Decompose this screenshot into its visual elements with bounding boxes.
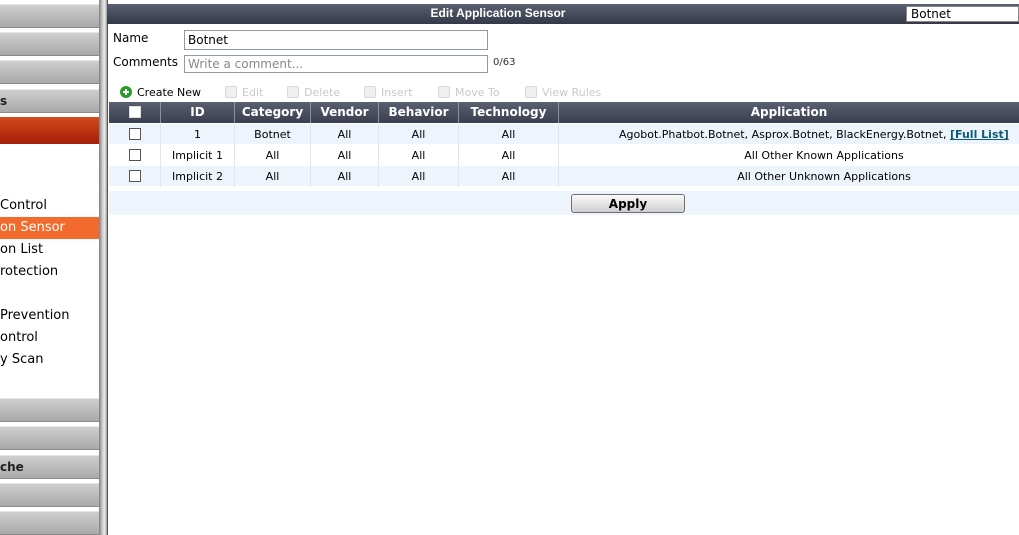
insert-icon [364, 86, 376, 98]
cell-application: All Other Known Applications [744, 149, 904, 162]
dialog-title-bar: Edit Application Sensor [107, 4, 1019, 24]
cell-vendor: All [311, 145, 379, 166]
view-rules-label: View Rules [542, 85, 602, 99]
sidebar-item-label: ontrol [0, 330, 38, 345]
edit-sensor-panel: Edit Application Sensor Name Comments 0/… [107, 0, 1019, 535]
app-window: s Control on Sensor on List rotection Pr… [0, 0, 1019, 535]
full-list-link[interactable]: [Full List] [950, 128, 1009, 141]
table-row[interactable]: 1 Botnet All All All Agobot.Phatbot.Botn… [109, 124, 1019, 145]
delete-label: Delete [304, 85, 341, 99]
cell-category: All [235, 166, 311, 187]
cell-vendor: All [311, 166, 379, 187]
title-name-field[interactable] [906, 6, 1019, 22]
select-all-cell [109, 102, 161, 123]
magnifier-icon [525, 86, 537, 98]
move-to-label: Move To [455, 85, 500, 99]
application-list-text: Agobot.Phatbot.Botnet, Asprox.Botnet, Bl… [619, 128, 950, 141]
cell-id: Implicit 1 [161, 145, 235, 166]
sidebar-section-bar[interactable] [0, 60, 99, 84]
sidebar-item-label: Prevention [0, 308, 70, 323]
sidebar-item-label: Control [0, 198, 47, 213]
row-checkbox[interactable] [128, 128, 141, 140]
sidebar-section-bar[interactable] [0, 32, 99, 56]
comments-label: Comments [113, 55, 179, 69]
comment-char-counter: 0/63 [493, 57, 516, 68]
sidebar-section-label: che [0, 460, 24, 474]
insert-button[interactable]: Insert [364, 84, 413, 100]
sidebar-item-application-control[interactable]: Control [0, 195, 99, 217]
select-all-checkbox[interactable] [128, 106, 141, 118]
cell-behavior: All [379, 145, 459, 166]
cell-behavior: All [379, 124, 459, 145]
create-new-button[interactable]: Create New [120, 84, 201, 100]
sidebar-splitter[interactable] [99, 0, 107, 535]
apply-button[interactable]: Apply [571, 194, 685, 213]
cell-application: All Other Unknown Applications [737, 170, 911, 183]
cell-vendor: All [311, 124, 379, 145]
sidebar-item-application-list[interactable]: on List [0, 239, 99, 261]
row-checkbox[interactable] [128, 170, 141, 182]
panel-border [107, 0, 108, 535]
edit-button[interactable]: Edit [225, 84, 263, 100]
sidebar-item-label: on Sensor [0, 220, 65, 235]
sidebar-item-control[interactable]: ontrol [0, 327, 99, 349]
table-row[interactable]: Implicit 1 All All All All All Other Kno… [109, 145, 1019, 166]
column-header-technology[interactable]: Technology [459, 102, 559, 123]
column-header-behavior[interactable]: Behavior [379, 102, 459, 123]
sidebar-item-scan[interactable]: y Scan [0, 349, 99, 371]
sidebar-item-prevention[interactable]: Prevention [0, 305, 99, 327]
cell-category: All [235, 145, 311, 166]
delete-button[interactable]: Delete [287, 84, 340, 100]
cell-application: Agobot.Phatbot.Botnet, Asprox.Botnet, Bl… [559, 124, 1019, 145]
move-to-button[interactable]: Move To [438, 84, 500, 100]
sidebar-active-section[interactable] [0, 117, 99, 144]
sidebar-section-label: s [0, 94, 8, 108]
sidebar-item-protection[interactable]: rotection [0, 261, 99, 283]
row-select-cell [109, 166, 161, 187]
name-label: Name [113, 31, 149, 45]
trash-icon [287, 86, 299, 98]
sidebar-section-bar[interactable] [0, 483, 99, 507]
cell-id: Implicit 2 [161, 166, 235, 187]
sidebar-section-bar[interactable] [0, 511, 99, 535]
cell-behavior: All [379, 166, 459, 187]
column-header-vendor[interactable]: Vendor [311, 102, 379, 123]
insert-label: Insert [381, 85, 413, 99]
edit-icon [225, 86, 237, 98]
column-header-id[interactable]: ID [161, 102, 235, 123]
sidebar: s Control on Sensor on List rotection Pr… [0, 0, 99, 535]
sidebar-item-label: on List [0, 242, 44, 257]
toolbar: Create New Edit Delete Insert Move To Vi… [107, 82, 1019, 102]
move-icon [438, 86, 450, 98]
plus-icon [120, 86, 132, 98]
sidebar-item-label: y Scan [0, 352, 44, 367]
sidebar-item-application-sensor[interactable]: on Sensor [0, 217, 99, 239]
table-header: ID Category Vendor Behavior Technology A… [109, 102, 1019, 123]
comments-input[interactable] [184, 55, 488, 73]
cell-category: Botnet [235, 124, 311, 145]
row-select-cell [109, 124, 161, 145]
create-new-label: Create New [137, 85, 202, 99]
cell-technology: All [459, 145, 559, 166]
sidebar-section-bar[interactable] [0, 398, 99, 422]
sidebar-section-bar[interactable]: s [0, 89, 99, 113]
column-header-category[interactable]: Category [235, 102, 311, 123]
cell-technology: All [459, 166, 559, 187]
table-row[interactable]: Implicit 2 All All All All All Other Unk… [109, 166, 1019, 187]
sidebar-item-label: rotection [0, 264, 59, 279]
row-checkbox[interactable] [128, 149, 141, 161]
view-rules-button[interactable]: View Rules [525, 84, 601, 100]
cell-id: 1 [161, 124, 235, 145]
row-select-cell [109, 145, 161, 166]
column-header-application[interactable]: Application [559, 102, 1019, 123]
edit-label: Edit [242, 85, 264, 99]
sidebar-section-bar[interactable] [0, 426, 99, 450]
apply-row: Apply [109, 191, 1019, 215]
sidebar-section-bar[interactable]: che [0, 455, 99, 479]
dialog-title: Edit Application Sensor [430, 6, 566, 20]
cell-technology: All [459, 124, 559, 145]
sidebar-section-bar[interactable] [0, 4, 99, 28]
name-input[interactable] [184, 30, 488, 50]
